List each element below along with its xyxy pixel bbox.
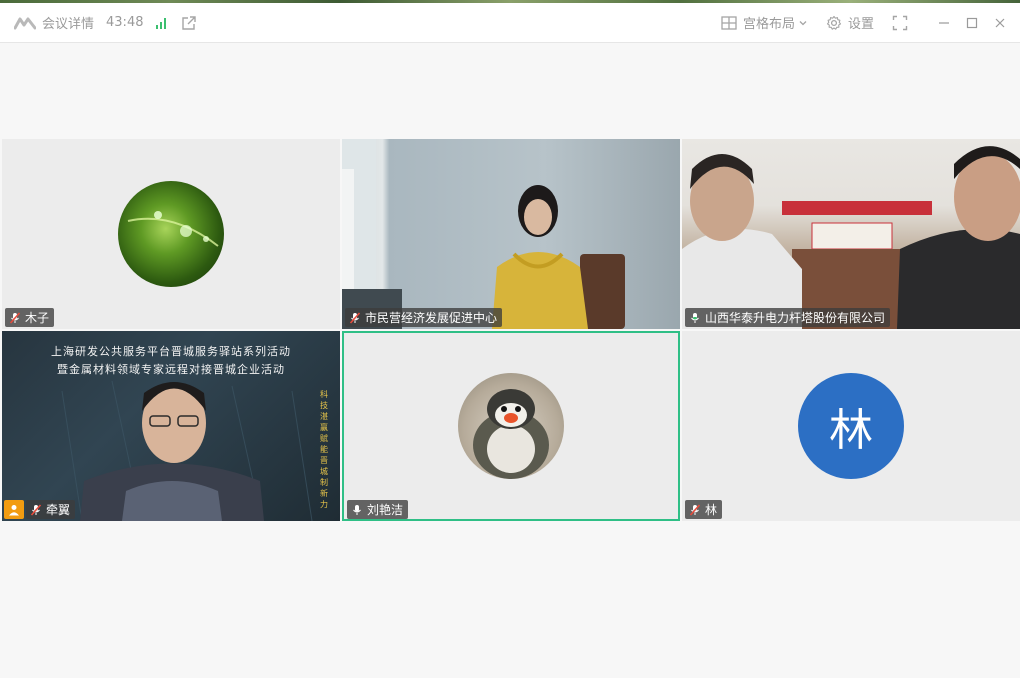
participant-name-label: 刘艳洁 bbox=[347, 500, 409, 519]
share-external-icon[interactable] bbox=[181, 15, 197, 31]
fullscreen-icon[interactable] bbox=[892, 15, 908, 31]
participant-name-label: 牵翼 bbox=[26, 500, 76, 519]
leaf-dewdrop-image bbox=[127, 211, 219, 247]
participant-tile-active-speaker[interactable]: 刘艳洁 bbox=[342, 331, 680, 521]
participant-name-label: 市民营经济发展促进中心 bbox=[345, 308, 503, 327]
video-grid: 木子 市民营经济发展促进中心 山西华泰升电力杆塔股份有限公司 上海研发公共服务平… bbox=[2, 139, 1020, 521]
participant-name-label: 林 bbox=[685, 500, 723, 519]
participant-name-label: 木子 bbox=[5, 308, 55, 327]
banner-title-line2: 暨金属材料领域专家远程对接晋城企业活动 bbox=[57, 363, 285, 376]
mic-muted-icon bbox=[689, 503, 701, 516]
settings-label: 设置 bbox=[847, 17, 874, 32]
minimize-icon[interactable] bbox=[938, 17, 950, 29]
host-badge bbox=[4, 500, 24, 519]
chevron-down-icon bbox=[799, 20, 807, 25]
settings-button[interactable]: 设置 bbox=[826, 13, 874, 32]
banner-title-line1: 上海研发公共服务平台晋城服务驿站系列活动 bbox=[51, 345, 291, 358]
network-signal-icon[interactable] bbox=[155, 16, 169, 30]
layout-label: 宫格布局 bbox=[742, 17, 795, 32]
person-icon bbox=[9, 504, 19, 515]
grid-layout-icon bbox=[721, 15, 737, 30]
participant-tile[interactable]: 木子 bbox=[2, 139, 340, 329]
mic-muted-icon bbox=[349, 311, 361, 324]
title-bar: 会议详情 43:48 宫格布局 设置 bbox=[0, 3, 1020, 43]
participant-tile[interactable]: 上海研发公共服务平台晋城服务驿站系列活动 暨金属材料领域专家远程对接晋城企业活动… bbox=[2, 331, 340, 521]
banner-vertical-slogan: 科技湛赢 赋能晋城制新力 bbox=[320, 390, 328, 509]
close-icon[interactable] bbox=[994, 17, 1006, 29]
app-logo-icon bbox=[14, 17, 36, 29]
maximize-icon[interactable] bbox=[966, 17, 978, 29]
mic-muted-icon bbox=[9, 311, 21, 324]
participant-tile[interactable]: 市民营经济发展促进中心 bbox=[342, 139, 680, 329]
avatar bbox=[118, 181, 224, 287]
meeting-details-button[interactable]: 会议详情 bbox=[42, 13, 94, 32]
gear-icon bbox=[826, 15, 842, 30]
video-feed: 上海研发公共服务平台晋城服务驿站系列活动 暨金属材料领域专家远程对接晋城企业活动… bbox=[2, 331, 340, 521]
meeting-timer: 43:48 bbox=[106, 15, 144, 30]
participant-tile[interactable]: 林 林 bbox=[682, 331, 1020, 521]
video-feed bbox=[682, 139, 1020, 329]
participant-tile[interactable]: 山西华泰升电力杆塔股份有限公司 bbox=[682, 139, 1020, 329]
avatar bbox=[458, 373, 564, 479]
mic-on-icon bbox=[353, 504, 361, 515]
letter-avatar: 林 bbox=[798, 373, 904, 479]
mic-muted-icon bbox=[30, 503, 42, 516]
penguin-plush-image bbox=[473, 389, 549, 479]
participant-name-label: 山西华泰升电力杆塔股份有限公司 bbox=[685, 308, 891, 327]
video-feed bbox=[342, 139, 680, 329]
mic-on-icon bbox=[691, 312, 699, 323]
meeting-details-label: 会议详情 bbox=[42, 17, 95, 32]
layout-dropdown[interactable]: 宫格布局 bbox=[721, 13, 808, 32]
